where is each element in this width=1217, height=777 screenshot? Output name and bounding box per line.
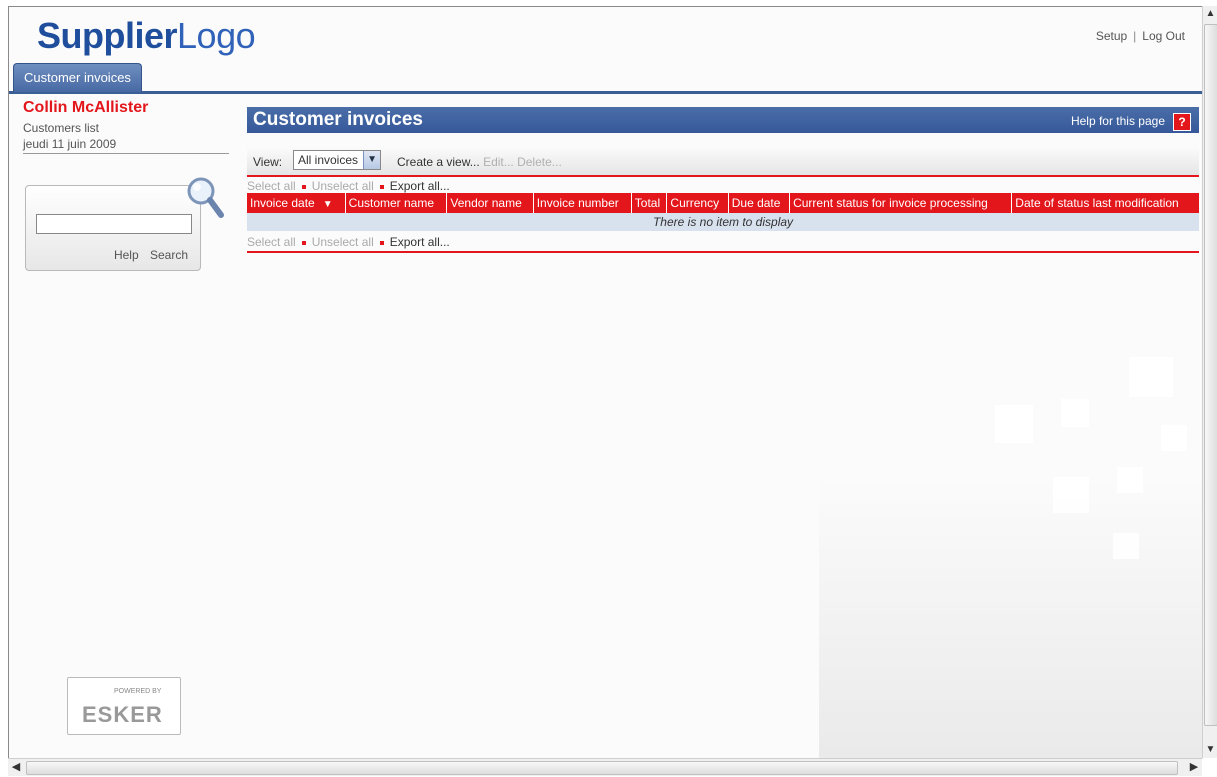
export-all-link[interactable]: Export all...	[390, 235, 450, 249]
background-square	[1053, 477, 1089, 513]
background-decoration	[819, 477, 1203, 759]
column-vendor-name[interactable]: Vendor name	[446, 193, 534, 213]
column-current-status[interactable]: Current status for invoice processing	[789, 193, 1012, 213]
supplier-logo: SupplierLogo	[37, 15, 256, 57]
background-square	[1117, 467, 1143, 493]
magnifier-icon	[187, 177, 224, 218]
user-name: Collin McAllister	[23, 99, 149, 116]
top-navigation: Setup | Log Out	[1096, 29, 1185, 43]
edit-link: Edit...	[483, 155, 514, 169]
bullet-icon	[379, 184, 384, 189]
background-square	[995, 405, 1033, 443]
background-square	[1161, 425, 1187, 451]
select-all-link: Select all	[247, 179, 296, 193]
vertical-scroll-thumb[interactable]	[1204, 24, 1217, 726]
main-content: Customer invoices Help for this page? Vi…	[247, 107, 1199, 253]
help-for-page-label[interactable]: Help for this page	[1071, 114, 1165, 128]
scroll-down-icon[interactable]: ▼	[1203, 742, 1217, 758]
search-links: Help Search	[106, 248, 188, 262]
delete-link: Delete...	[517, 155, 562, 169]
unselect-all-link: Unselect all	[311, 235, 374, 249]
logo-text-primary: Supplier	[37, 15, 178, 56]
customers-list-label: Customers list	[23, 121, 100, 135]
table-row: There is no item to display	[247, 213, 1199, 231]
search-panel: Help Search	[25, 185, 201, 271]
logout-link[interactable]: Log Out	[1142, 29, 1185, 43]
invoices-table: Invoice date ▼ Customer name Vendor name …	[247, 193, 1199, 231]
export-all-link[interactable]: Export all...	[390, 179, 450, 193]
column-label: Invoice date	[250, 196, 315, 210]
scroll-up-icon[interactable]: ▲	[1203, 6, 1217, 22]
search-button[interactable]: Search	[150, 248, 188, 262]
view-actions: Create a view... Edit... Delete...	[397, 155, 562, 169]
column-invoice-date[interactable]: Invoice date ▼	[247, 193, 346, 213]
column-invoice-number[interactable]: Invoice number	[532, 193, 632, 213]
setup-link[interactable]: Setup	[1096, 29, 1127, 43]
page-title: Customer invoices	[253, 109, 423, 130]
powered-by-text: POWERED BY	[114, 688, 162, 695]
tab-customer-invoices[interactable]: Customer invoices	[13, 63, 142, 92]
view-select-value: All invoices	[298, 153, 359, 167]
bullet-icon	[301, 184, 306, 189]
view-label: View:	[253, 155, 283, 169]
selection-actions-top: Select all Unselect all Export all...	[247, 179, 1199, 193]
sort-descending-icon[interactable]: ▼	[323, 199, 333, 210]
background-square	[1113, 533, 1139, 559]
view-select[interactable]: All invoices ▼	[293, 150, 382, 170]
create-view-link[interactable]: Create a view...	[397, 155, 480, 169]
empty-message: There is no item to display	[247, 213, 1199, 231]
logo-text-secondary: Logo	[177, 15, 256, 56]
nav-separator: |	[1133, 29, 1137, 43]
page-viewport: SupplierLogo Setup | Log Out Customer invo…	[8, 6, 1203, 759]
scroll-left-icon[interactable]: ◀	[8, 759, 24, 776]
help-icon[interactable]: ?	[1173, 113, 1191, 131]
vertical-scrollbar[interactable]: ▲ ▼	[1202, 6, 1217, 758]
current-date: jeudi 11 juin 2009	[23, 137, 229, 154]
esker-brand: ESKER	[82, 702, 163, 727]
column-customer-name[interactable]: Customer name	[344, 193, 447, 213]
horizontal-scrollbar[interactable]: ◀ ▶	[8, 758, 1202, 776]
search-input[interactable]	[36, 214, 192, 234]
tab-bar: Customer invoices	[9, 63, 1203, 94]
column-currency[interactable]: Currency	[666, 193, 729, 213]
horizontal-scroll-thumb[interactable]	[26, 761, 1178, 775]
powered-by-esker-logo: POWERED BY ESKER	[67, 677, 181, 735]
background-square	[1061, 399, 1089, 427]
column-total[interactable]: Total	[630, 193, 667, 213]
unselect-all-link: Unselect all	[311, 179, 374, 193]
view-toolbar: View: All invoices ▼ Create a view... Ed…	[247, 147, 1199, 177]
bullet-icon	[379, 240, 384, 245]
search-help-link[interactable]: Help	[114, 248, 139, 262]
background-square	[1129, 357, 1173, 397]
page-title-bar: Customer invoices Help for this page?	[247, 107, 1199, 133]
bullet-icon	[301, 240, 306, 245]
scroll-right-icon[interactable]: ▶	[1186, 759, 1202, 776]
select-all-link: Select all	[247, 235, 296, 249]
chevron-down-icon[interactable]: ▼	[363, 151, 381, 169]
column-due-date[interactable]: Due date	[727, 193, 790, 213]
column-status-modification-date[interactable]: Date of status last modification	[1011, 193, 1199, 213]
table-header-row: Invoice date ▼ Customer name Vendor name …	[247, 193, 1199, 213]
selection-actions-bottom: Select all Unselect all Export all...	[247, 235, 1199, 253]
help-for-page[interactable]: Help for this page?	[1071, 113, 1191, 131]
